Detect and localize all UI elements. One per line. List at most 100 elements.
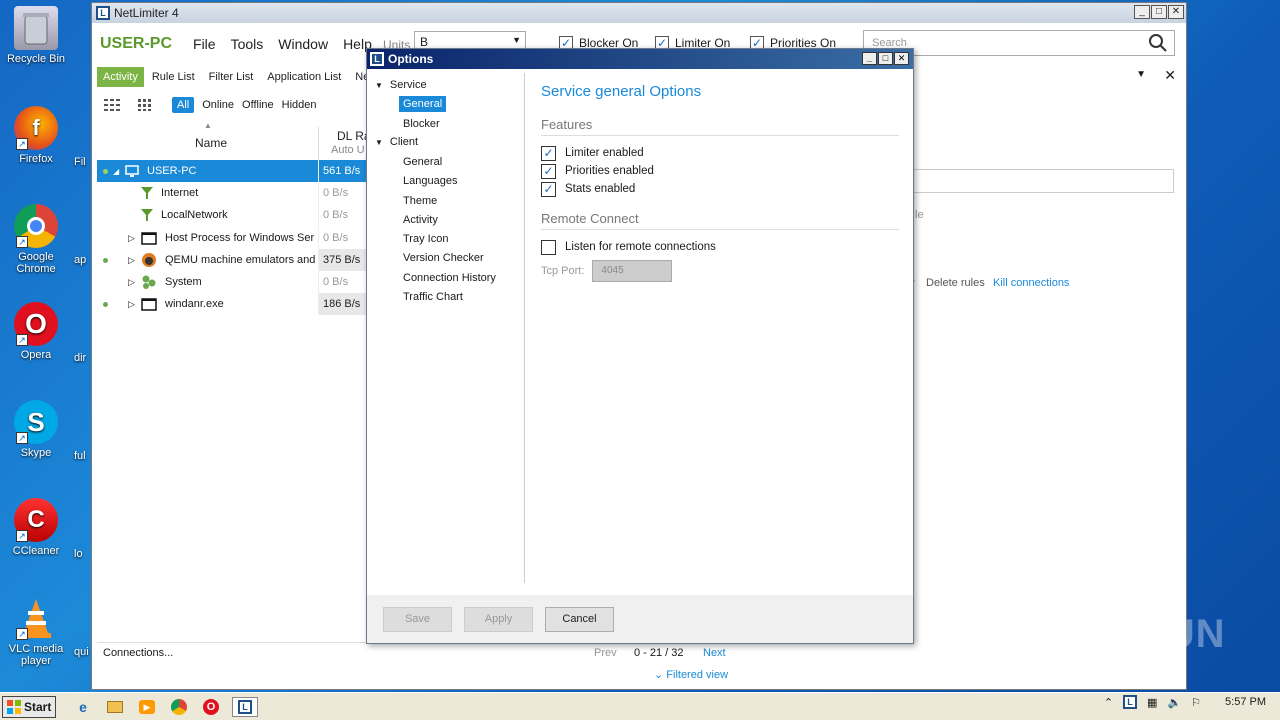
cancel-button[interactable]: Cancel [545, 606, 614, 632]
nav-item-connection-history[interactable]: Connection History [399, 270, 500, 286]
maximize-button[interactable]: □ [878, 52, 893, 65]
nav-item-version-checker[interactable]: Version Checker [399, 250, 488, 266]
tab-filter-list[interactable]: Filter List [203, 67, 260, 87]
filter-all[interactable]: All [172, 97, 195, 113]
listen-remote-checkbox[interactable]: Listen for remote connections [541, 239, 901, 255]
qemu-icon [142, 253, 156, 267]
units-value: B [420, 35, 429, 49]
tab-activity[interactable]: Activity [97, 67, 144, 87]
volume-tray-icon[interactable]: 🔈 [1167, 696, 1181, 709]
close-icon[interactable]: ✕ [1164, 67, 1176, 84]
start-button[interactable]: Start [2, 695, 56, 718]
network-tray-icon[interactable]: ▦ [1147, 696, 1157, 709]
tray-expand-icon[interactable]: ⌃ [1104, 696, 1113, 709]
desktop-icon-opera[interactable]: O ↗ Opera [4, 302, 68, 361]
filter-hidden[interactable]: Hidden [282, 99, 317, 111]
minimize-button[interactable]: _ [862, 52, 877, 65]
tree-row-user-pc[interactable]: ◢ USER-PC 561 B/s [97, 160, 368, 182]
nav-group-label: Service [389, 79, 427, 91]
menu-file[interactable]: File [193, 36, 216, 52]
grid-view-alt-icon[interactable] [138, 99, 154, 111]
next-button[interactable]: Next [703, 647, 726, 659]
tree-row-internet[interactable]: Internet 0 B/s [97, 182, 367, 204]
column-header-name[interactable]: Name [195, 136, 227, 150]
desktop-side-label: dir [74, 352, 87, 364]
tree-row-host-process[interactable]: ▷ Host Process for Windows Ser 0 B/s [97, 227, 367, 249]
desktop-icon-firefox[interactable]: f ↗ Firefox [4, 106, 68, 165]
checkbox-label: Priorities enabled [565, 165, 654, 177]
netlimiter-tray-icon[interactable]: L [1123, 695, 1138, 709]
desktop-icon-ccleaner[interactable]: C ↗ CCleaner [4, 498, 68, 557]
desktop-icon-vlc[interactable]: ↗ VLC media player [4, 596, 68, 667]
kill-connections-link[interactable]: Kill connections [993, 277, 1069, 289]
close-button[interactable]: ✕ [894, 52, 909, 65]
desktop-icon-recycle-bin[interactable]: Recycle Bin [4, 6, 68, 65]
expand-arrow-icon[interactable]: ▷ [128, 277, 135, 288]
filtered-view-toggle[interactable]: ⌄ Filtered view [654, 668, 728, 681]
dialog-title: Options [388, 52, 434, 66]
row-name: LocalNetwork [161, 209, 228, 221]
shortcut-arrow-icon: ↗ [16, 432, 28, 444]
desktop-icon-skype[interactable]: S ↗ Skype [4, 400, 68, 459]
nav-item-activity[interactable]: Activity [399, 212, 442, 228]
tab-rule-list[interactable]: Rule List [146, 67, 201, 87]
nav-item-tray-icon[interactable]: Tray Icon [399, 231, 452, 247]
shortcut-arrow-icon: ↗ [16, 530, 28, 542]
clock[interactable]: 5:57 PM [1225, 696, 1266, 708]
netlimiter-logo-icon: L [96, 6, 110, 20]
expand-arrow-icon[interactable]: ▷ [128, 299, 135, 310]
tree-row-localnetwork[interactable]: LocalNetwork 0 B/s [97, 204, 367, 226]
limiter-enabled-checkbox[interactable]: ✓ Limiter enabled [541, 145, 901, 161]
desktop-side-label: qui [74, 646, 89, 658]
chevron-down-icon[interactable]: ▼ [1136, 69, 1146, 80]
desktop-icon-chrome[interactable]: ↗ Google Chrome [4, 204, 68, 275]
menu-window[interactable]: Window [278, 36, 328, 52]
nav-group-client[interactable]: ▼ Client [375, 136, 418, 148]
nav-item-client-general[interactable]: General [399, 154, 446, 170]
tab-application-list[interactable]: Application List [261, 67, 347, 87]
stats-enabled-checkbox[interactable]: ✓ Stats enabled [541, 181, 901, 197]
rule-name-input[interactable] [912, 169, 1174, 193]
maximize-button[interactable]: □ [1151, 5, 1167, 19]
explorer-taskbar-icon[interactable] [104, 697, 126, 717]
ie-taskbar-icon[interactable]: e [72, 697, 94, 717]
filter-online[interactable]: Online [202, 99, 234, 111]
main-titlebar[interactable]: L NetLimiter 4 _ □ ✕ [92, 3, 1186, 23]
tree-row-system[interactable]: ▷ System 0 B/s [97, 271, 367, 293]
grid-view-icon[interactable] [104, 99, 120, 111]
opera-taskbar-icon[interactable]: O [200, 697, 222, 717]
options-nav: ▼ Service General Blocker ▼ Client Gener… [367, 73, 525, 583]
close-button[interactable]: ✕ [1168, 5, 1184, 19]
filtered-view-label: Filtered view [666, 669, 729, 681]
netlimiter-taskbar-icon[interactable]: L [232, 696, 258, 717]
checkbox-label: Limiter enabled [565, 147, 644, 159]
filter-icon [141, 209, 153, 221]
desktop-side-label: lo [74, 548, 83, 560]
nav-item-blocker[interactable]: Blocker [399, 116, 444, 132]
delete-rules-link[interactable]: Delete rules [926, 277, 985, 289]
tree-row-qemu[interactable]: ▷ QEMU machine emulators and 375 B/s [97, 249, 368, 271]
action-center-flag-icon[interactable]: ⚐ [1191, 696, 1201, 709]
media-player-taskbar-icon[interactable]: ▶ [136, 697, 158, 717]
nav-item-service-general[interactable]: General [399, 96, 447, 112]
expand-arrow-icon[interactable]: ◢ [113, 167, 119, 176]
nav-item-languages[interactable]: Languages [399, 173, 461, 189]
online-dot-icon [103, 301, 108, 307]
expand-arrow-icon[interactable]: ▷ [128, 233, 135, 244]
options-titlebar[interactable]: L Options _ □ ✕ [367, 49, 913, 69]
prev-button[interactable]: Prev [594, 647, 617, 659]
filter-offline[interactable]: Offline [242, 99, 274, 111]
priorities-enabled-checkbox[interactable]: ✓ Priorities enabled [541, 163, 901, 179]
nav-item-theme[interactable]: Theme [399, 193, 441, 209]
connections-label[interactable]: Connections... [103, 647, 173, 659]
expand-arrow-icon[interactable]: ▷ [128, 255, 135, 266]
nav-item-traffic-chart[interactable]: Traffic Chart [399, 289, 467, 305]
tree-row-windanr[interactable]: ▷ windanr.exe 186 B/s [97, 293, 368, 315]
menu-tools[interactable]: Tools [231, 36, 264, 52]
nav-group-service[interactable]: ▼ Service [375, 79, 427, 91]
chrome-taskbar-icon[interactable] [168, 697, 190, 717]
search-icon[interactable] [1148, 33, 1168, 53]
desktop-side-label: ful [74, 450, 86, 462]
minimize-button[interactable]: _ [1134, 5, 1150, 19]
shortcut-arrow-icon: ↗ [16, 628, 28, 640]
